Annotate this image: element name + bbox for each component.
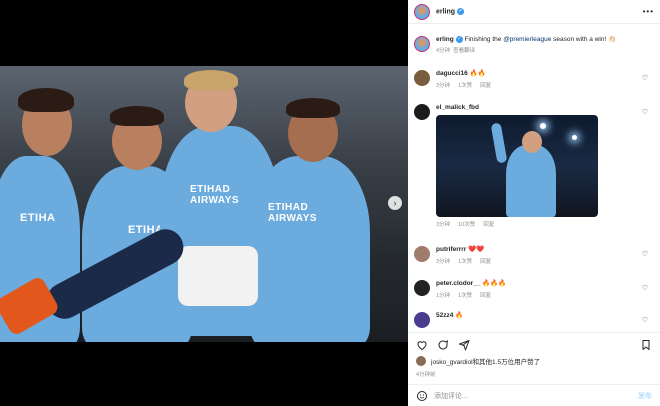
comment-avatar[interactable]: [414, 280, 430, 296]
caption-time: 4分钟: [436, 48, 451, 55]
more-horizontal-icon[interactable]: •••: [643, 7, 654, 16]
comment-item: 52zz4 🔥 ♡: [414, 312, 654, 328]
author-avatar[interactable]: [414, 36, 430, 52]
comment-text: ❤️❤️: [468, 246, 485, 253]
jersey-sponsor: ETIHA: [20, 212, 56, 224]
player-hair: [184, 70, 238, 90]
reply-button[interactable]: 回复: [480, 82, 491, 90]
comment-likes[interactable]: 10次赞: [458, 221, 475, 229]
reply-button[interactable]: 回复: [483, 221, 494, 229]
comment-text: 🔥🔥: [469, 70, 486, 77]
comment-gif[interactable]: [436, 115, 598, 217]
share-icon[interactable]: [458, 339, 470, 351]
verified-badge-icon: ✓: [457, 7, 465, 15]
post-media: ETIHA ETIHA ETIHAD AIRWAYS ETIHAD AIRWAY…: [0, 0, 408, 406]
comment-like-heart-icon[interactable]: ♡: [642, 108, 648, 116]
gif-arm: [490, 122, 508, 164]
comment-like-heart-icon[interactable]: ♡: [642, 250, 648, 258]
comment-avatar[interactable]: [414, 246, 430, 262]
post-detail-panel: erling ✓ ••• erling ✓ Finishing the @premi…: [408, 0, 660, 406]
post-time: 4分钟前: [416, 372, 436, 378]
gif-stadium-light: [540, 123, 546, 129]
liker-avatar[interactable]: [416, 356, 426, 366]
comment-avatar[interactable]: [414, 70, 430, 86]
bookmark-icon[interactable]: [640, 339, 652, 351]
verified-badge-icon: ✓: [455, 36, 463, 43]
author-avatar[interactable]: [414, 3, 430, 20]
comment-item: peter.clodor__ 🔥🔥🔥 1分钟 1次赞 回复 ♡: [414, 280, 654, 300]
caption-mention[interactable]: @premierleague: [503, 36, 551, 43]
gif-player-figure: [506, 145, 556, 217]
translate-link[interactable]: 查看翻译: [453, 48, 475, 54]
comment-time: 1分钟: [436, 293, 451, 299]
player-shorts: [178, 246, 258, 306]
comment-text: 🔥🔥🔥: [482, 280, 507, 287]
comment-likes[interactable]: 1次赞: [458, 258, 472, 266]
post-caption: erling ✓ Finishing the @premierleague sea…: [414, 36, 654, 55]
player-hair: [110, 106, 164, 126]
comment-icon[interactable]: [437, 339, 449, 351]
caption-text-end: season with a win! 👏🏻: [551, 36, 617, 44]
player-hair: [286, 98, 340, 118]
comment-like-heart-icon[interactable]: ♡: [642, 284, 648, 292]
gif-stadium-light: [572, 135, 577, 140]
comment-likes[interactable]: 1次赞: [458, 292, 472, 300]
heart-icon[interactable]: [416, 339, 428, 351]
comment-avatar[interactable]: [414, 104, 430, 120]
gif-player-head: [522, 131, 542, 153]
emoji-icon[interactable]: [416, 390, 428, 402]
comment-input[interactable]: 添加评论...: [434, 391, 468, 401]
caption-text: Finishing the: [464, 36, 504, 44]
comment-text: 🔥: [455, 312, 464, 319]
jersey-sponsor: ETIHAD AIRWAYS: [268, 202, 318, 224]
comment-time: 3分钟: [436, 222, 451, 228]
reply-button[interactable]: 回复: [480, 258, 491, 266]
comment-likes[interactable]: 1次赞: [458, 82, 472, 90]
add-comment-bar: 添加评论... 发布: [408, 384, 660, 406]
likes-summary[interactable]: josko_gvardiol和其他1.5万位用户赞了: [416, 356, 652, 366]
comment-username[interactable]: peter.clodor__: [436, 280, 480, 287]
post-photo: ETIHA ETIHA ETIHAD AIRWAYS ETIHAD AIRWAY…: [0, 66, 408, 342]
player-figure: [250, 156, 370, 342]
author-username[interactable]: erling ✓: [436, 7, 465, 15]
next-image-button[interactable]: ›: [388, 196, 402, 210]
reply-button[interactable]: 回复: [480, 292, 491, 300]
comment-username[interactable]: 52zz4: [436, 312, 453, 319]
comment-username[interactable]: putriferrrr: [436, 246, 466, 253]
author-name-text[interactable]: erling: [436, 8, 455, 15]
liked-by-text[interactable]: josko_gvardiol和其他1.5万位用户赞了: [431, 356, 540, 366]
chevron-right-icon: ›: [393, 198, 397, 208]
comment-like-heart-icon[interactable]: ♡: [642, 74, 648, 82]
player-hair: [18, 88, 74, 112]
post-comment-button[interactable]: 发布: [638, 391, 652, 401]
post-actions: josko_gvardiol和其他1.5万位用户赞了 4分钟前: [408, 332, 660, 378]
caption-author[interactable]: erling: [436, 36, 454, 43]
comment-username[interactable]: el_malick_fbd: [436, 104, 479, 111]
post-header: erling ✓ •••: [408, 0, 660, 24]
comment-username[interactable]: dagucci16: [436, 70, 468, 77]
comment-time: 3分钟: [436, 83, 451, 89]
comment-item: el_malick_fbd 3分钟 10次赞 回复 ♡: [414, 104, 654, 229]
comment-time: 3分钟: [436, 259, 451, 265]
comment-item: dagucci16 🔥🔥 3分钟 1次赞 回复 ♡: [414, 70, 654, 90]
comment-item: putriferrrr ❤️❤️ 3分钟 1次赞 回复 ♡: [414, 246, 654, 266]
comment-avatar[interactable]: [414, 312, 430, 328]
comment-like-heart-icon[interactable]: ♡: [642, 316, 648, 324]
jersey-sponsor: ETIHAD AIRWAYS: [190, 184, 240, 206]
